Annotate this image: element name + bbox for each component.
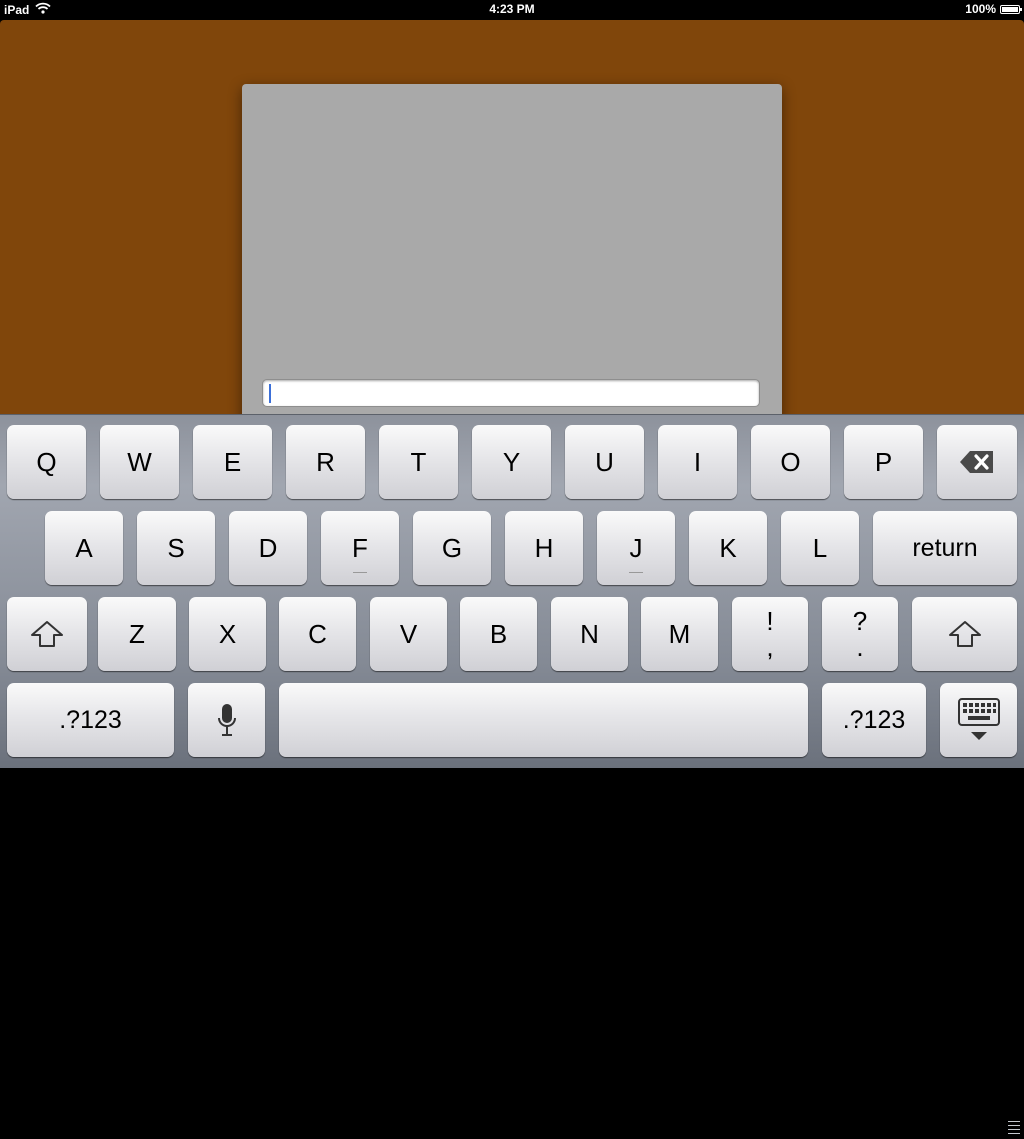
key-p[interactable]: P <box>844 425 923 499</box>
text-input[interactable] <box>262 379 760 407</box>
key-punct2-top: ? <box>852 606 868 636</box>
shift-key-right[interactable] <box>912 597 1017 671</box>
key-punct2-bottom: . <box>856 632 864 662</box>
battery-percent: 100% <box>965 2 996 16</box>
shift-icon <box>948 620 982 648</box>
key-v[interactable]: V <box>370 597 447 671</box>
key-f[interactable]: F <box>321 511 399 585</box>
backspace-key[interactable] <box>937 425 1017 499</box>
key-punct2-labels: ? . <box>853 608 867 660</box>
shift-key-left[interactable] <box>7 597 87 671</box>
home-row-marker <box>629 572 643 573</box>
key-f-label: F <box>352 532 368 563</box>
key-punct1-bottom: , <box>766 632 774 662</box>
home-row-marker <box>353 572 367 573</box>
shift-icon <box>30 620 64 648</box>
key-w[interactable]: W <box>100 425 179 499</box>
battery-fill <box>1002 6 1018 12</box>
key-j[interactable]: J <box>597 511 675 585</box>
dictation-key[interactable] <box>188 683 265 757</box>
status-right: 100% <box>965 2 1022 16</box>
status-bar: iPad 4:23 PM 100% <box>0 0 1024 20</box>
key-e[interactable]: E <box>193 425 272 499</box>
dialog-panel <box>242 84 782 424</box>
backspace-icon <box>959 450 995 474</box>
key-n[interactable]: N <box>551 597 628 671</box>
key-z[interactable]: Z <box>98 597 176 671</box>
key-j-label: J <box>629 532 643 563</box>
key-l[interactable]: L <box>781 511 859 585</box>
keyboard-grip-lines <box>1008 1121 1020 1139</box>
key-h[interactable]: H <box>505 511 583 585</box>
key-a[interactable]: A <box>45 511 123 585</box>
key-c[interactable]: C <box>279 597 356 671</box>
key-question-period[interactable]: ? . <box>822 597 898 671</box>
return-key[interactable]: return <box>873 511 1017 585</box>
key-o[interactable]: O <box>751 425 830 499</box>
key-y[interactable]: Y <box>472 425 551 499</box>
key-s[interactable]: S <box>137 511 215 585</box>
numbers-key-right[interactable]: .?123 <box>822 683 926 757</box>
key-punct1-top: ! <box>766 606 774 636</box>
numbers-key-left[interactable]: .?123 <box>7 683 174 757</box>
text-cursor <box>269 384 271 403</box>
key-t[interactable]: T <box>379 425 458 499</box>
key-punct1-labels: ! , <box>766 608 773 660</box>
key-q[interactable]: Q <box>7 425 86 499</box>
hide-keyboard-key[interactable] <box>940 683 1017 757</box>
keyboard-hide-icon <box>957 698 1000 742</box>
status-time: 4:23 PM <box>489 2 535 16</box>
on-screen-keyboard: Q W E R T Y U I O P A S D F G H J K L re… <box>0 414 1024 1134</box>
microphone-icon <box>217 703 237 737</box>
key-x[interactable]: X <box>189 597 266 671</box>
key-d[interactable]: D <box>229 511 307 585</box>
key-m[interactable]: M <box>641 597 718 671</box>
battery-icon <box>1000 4 1022 14</box>
space-key[interactable] <box>279 683 808 757</box>
key-r[interactable]: R <box>286 425 365 499</box>
key-exclamation-comma[interactable]: ! , <box>732 597 808 671</box>
key-k[interactable]: K <box>689 511 767 585</box>
key-g[interactable]: G <box>413 511 491 585</box>
key-i[interactable]: I <box>658 425 737 499</box>
key-u[interactable]: U <box>565 425 644 499</box>
key-b[interactable]: B <box>460 597 537 671</box>
